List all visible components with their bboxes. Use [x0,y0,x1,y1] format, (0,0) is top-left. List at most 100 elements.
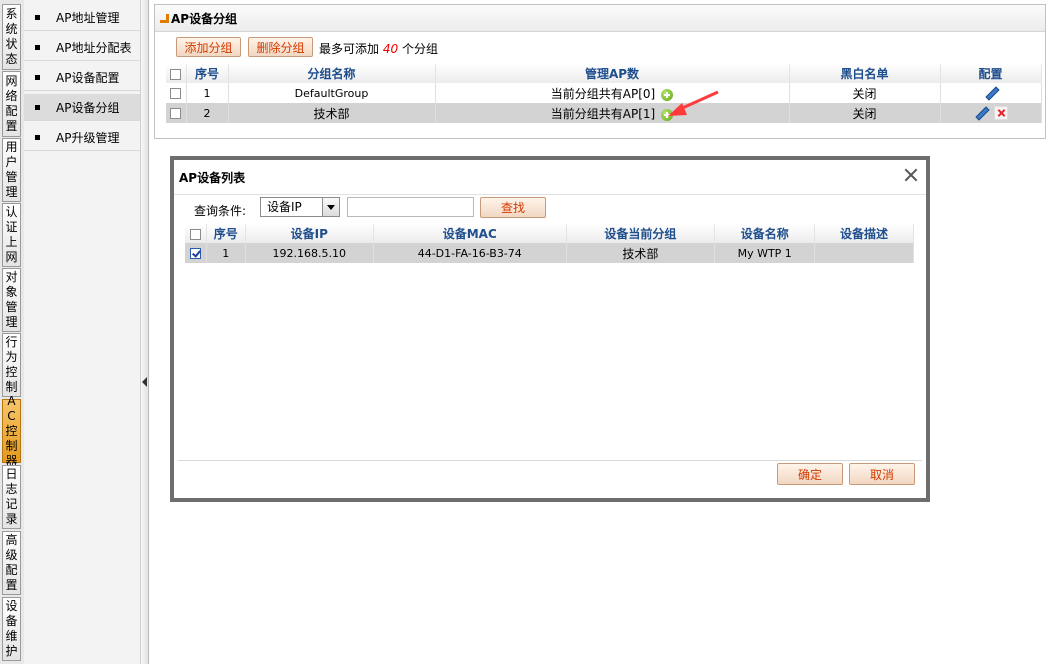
limit-prefix: 最多可添加 [319,42,380,56]
column-header: 设备MAC [373,224,567,243]
select-all-checkbox[interactable] [189,228,201,240]
submenu-item-ap-address-table[interactable]: AP地址分配表 [24,34,140,61]
submenu-label: AP设备分组 [56,100,120,115]
ap-count-cell: 当前分组共有AP[1] [435,103,790,123]
tab-label: AC控制器 [5,393,18,468]
config-cell [940,83,1042,103]
table-row[interactable]: 1 192.168.5.10 44-D1-FA-16-B3-74 技术部 My … [185,243,914,263]
column-header: 设备描述 [814,224,914,243]
tab-label: 行为控制 [5,335,18,394]
table-header-row: 序号 分组名称 管理AP数 黑白名单 配置 [166,64,1042,83]
tab-system-status[interactable]: 系统状态 [2,4,21,70]
tab-label: 认证上网 [5,205,18,264]
column-header: 设备名称 [714,224,816,243]
ap-count-cell: 当前分组共有AP[0] [435,83,790,103]
bullet-icon [35,14,40,20]
search-button[interactable]: 查找 [480,197,546,218]
device-mac: 44-D1-FA-16-B3-74 [373,243,567,263]
group-name: 技术部 [228,103,436,123]
device-name: My WTP 1 [714,243,816,263]
submenu-item-ap-device-config[interactable]: AP设备配置 [24,64,140,91]
panel-title: AP设备分组 [171,11,238,26]
tab-label: 网络配置 [5,74,18,133]
close-icon[interactable] [904,168,918,182]
tab-network-config[interactable]: 网络配置 [2,71,21,137]
tab-label: 用户管理 [5,140,18,199]
tab-auth-online[interactable]: 认证上网 [2,203,21,267]
select-all-checkbox[interactable] [170,68,182,80]
cancel-button[interactable]: 取消 [849,463,915,485]
ap-group-panel: AP设备分组 添加分组 删除分组 最多可添加 40 个分组 序号 分组名称 管理… [154,4,1046,139]
table-header-row: 序号 设备IP 设备MAC 设备当前分组 设备名称 设备描述 [185,224,914,243]
row-index: 1 [206,243,246,263]
submenu-item-ap-upgrade[interactable]: AP升级管理 [24,124,140,151]
column-header: 序号 [186,64,229,83]
tab-behavior-control[interactable]: 行为控制 [2,333,21,397]
config-cell [940,103,1042,123]
tab-advanced-config[interactable]: 高级配置 [2,531,21,595]
sidebar-collapse-handle[interactable] [140,0,149,664]
delete-icon[interactable] [993,106,1008,120]
dialog-title: AP设备列表 [179,170,246,185]
group-table: 序号 分组名称 管理AP数 黑白名单 配置 1 DefaultGroup 当前分… [166,64,1042,123]
submenu-item-ap-device-group[interactable]: AP设备分组 [24,94,140,121]
select-all-cell [166,64,187,83]
tab-log-records[interactable]: 日志记录 [2,465,21,529]
row-checkbox-checked[interactable] [189,248,201,259]
submenu-label: AP设备配置 [56,70,120,85]
chevron-left-icon [142,377,147,387]
add-group-button[interactable]: 添加分组 [176,37,241,57]
tab-label: 日志记录 [5,467,18,526]
device-desc [814,243,914,263]
ap-device-table: 序号 设备IP 设备MAC 设备当前分组 设备名称 设备描述 1 192.168… [185,224,914,263]
table-row[interactable]: 2 技术部 当前分组共有AP[1] 关闭 [166,103,1042,123]
column-header: 配置 [940,64,1042,83]
dialog-header: AP设备列表 [174,160,926,195]
corner-arrow-icon [160,13,169,23]
row-checkbox[interactable] [170,88,182,99]
row-checkbox-cell [166,103,187,123]
tab-user-management[interactable]: 用户管理 [2,138,21,202]
ap-count-text: 当前分组共有AP[1] [550,106,656,121]
tab-ac-controller[interactable]: AC控制器 [2,394,21,468]
column-header: 分组名称 [228,64,436,83]
row-checkbox[interactable] [170,108,182,119]
tab-label: 设备维护 [5,599,18,658]
group-name: DefaultGroup [228,83,436,103]
submenu-label: AP升级管理 [56,130,120,145]
submenu-item-ap-address[interactable]: AP地址管理 [24,4,140,31]
query-input[interactable] [347,197,474,217]
row-checkbox-cell [166,83,187,103]
tab-object-management[interactable]: 对象管理 [2,268,21,332]
query-label: 查询条件: [194,204,247,218]
tab-device-maintenance[interactable]: 设备维护 [2,597,21,661]
column-header: 设备IP [245,224,374,243]
device-ip: 192.168.5.10 [245,243,374,263]
limit-suffix: 个分组 [401,42,438,56]
edit-icon[interactable] [984,86,998,100]
row-index: 2 [186,103,229,123]
query-field-select[interactable]: 设备IP [260,197,340,217]
submenu-label: AP地址管理 [56,10,120,25]
column-header: 设备当前分组 [566,224,716,243]
bullet-icon [35,74,40,80]
limit-value: 40 [382,42,399,56]
bullet-icon [35,44,40,50]
device-group: 技术部 [566,243,716,263]
submenu: AP地址管理 AP地址分配表 AP设备配置 AP设备分组 AP升级管理 [24,0,140,664]
column-header: 管理AP数 [435,64,790,83]
annotation-arrow-icon [668,90,719,116]
dialog-footer [178,460,922,461]
group-limit-text: 最多可添加 40 个分组 [319,40,438,57]
left-tab-strip: 系统状态 网络配置 用户管理 认证上网 对象管理 行为控制 AC控制器 日志记录… [0,0,25,664]
blacklist-status: 关闭 [789,103,941,123]
ok-button[interactable]: 确定 [777,463,843,485]
bullet-icon [35,134,40,140]
delete-group-button[interactable]: 删除分组 [248,37,313,57]
ap-count-text: 当前分组共有AP[0] [550,86,656,101]
column-header: 黑白名单 [789,64,941,83]
edit-icon[interactable] [974,106,988,120]
table-row[interactable]: 1 DefaultGroup 当前分组共有AP[0] 关闭 [166,83,1042,103]
chevron-down-icon[interactable] [322,198,339,216]
select-all-cell [185,224,207,243]
